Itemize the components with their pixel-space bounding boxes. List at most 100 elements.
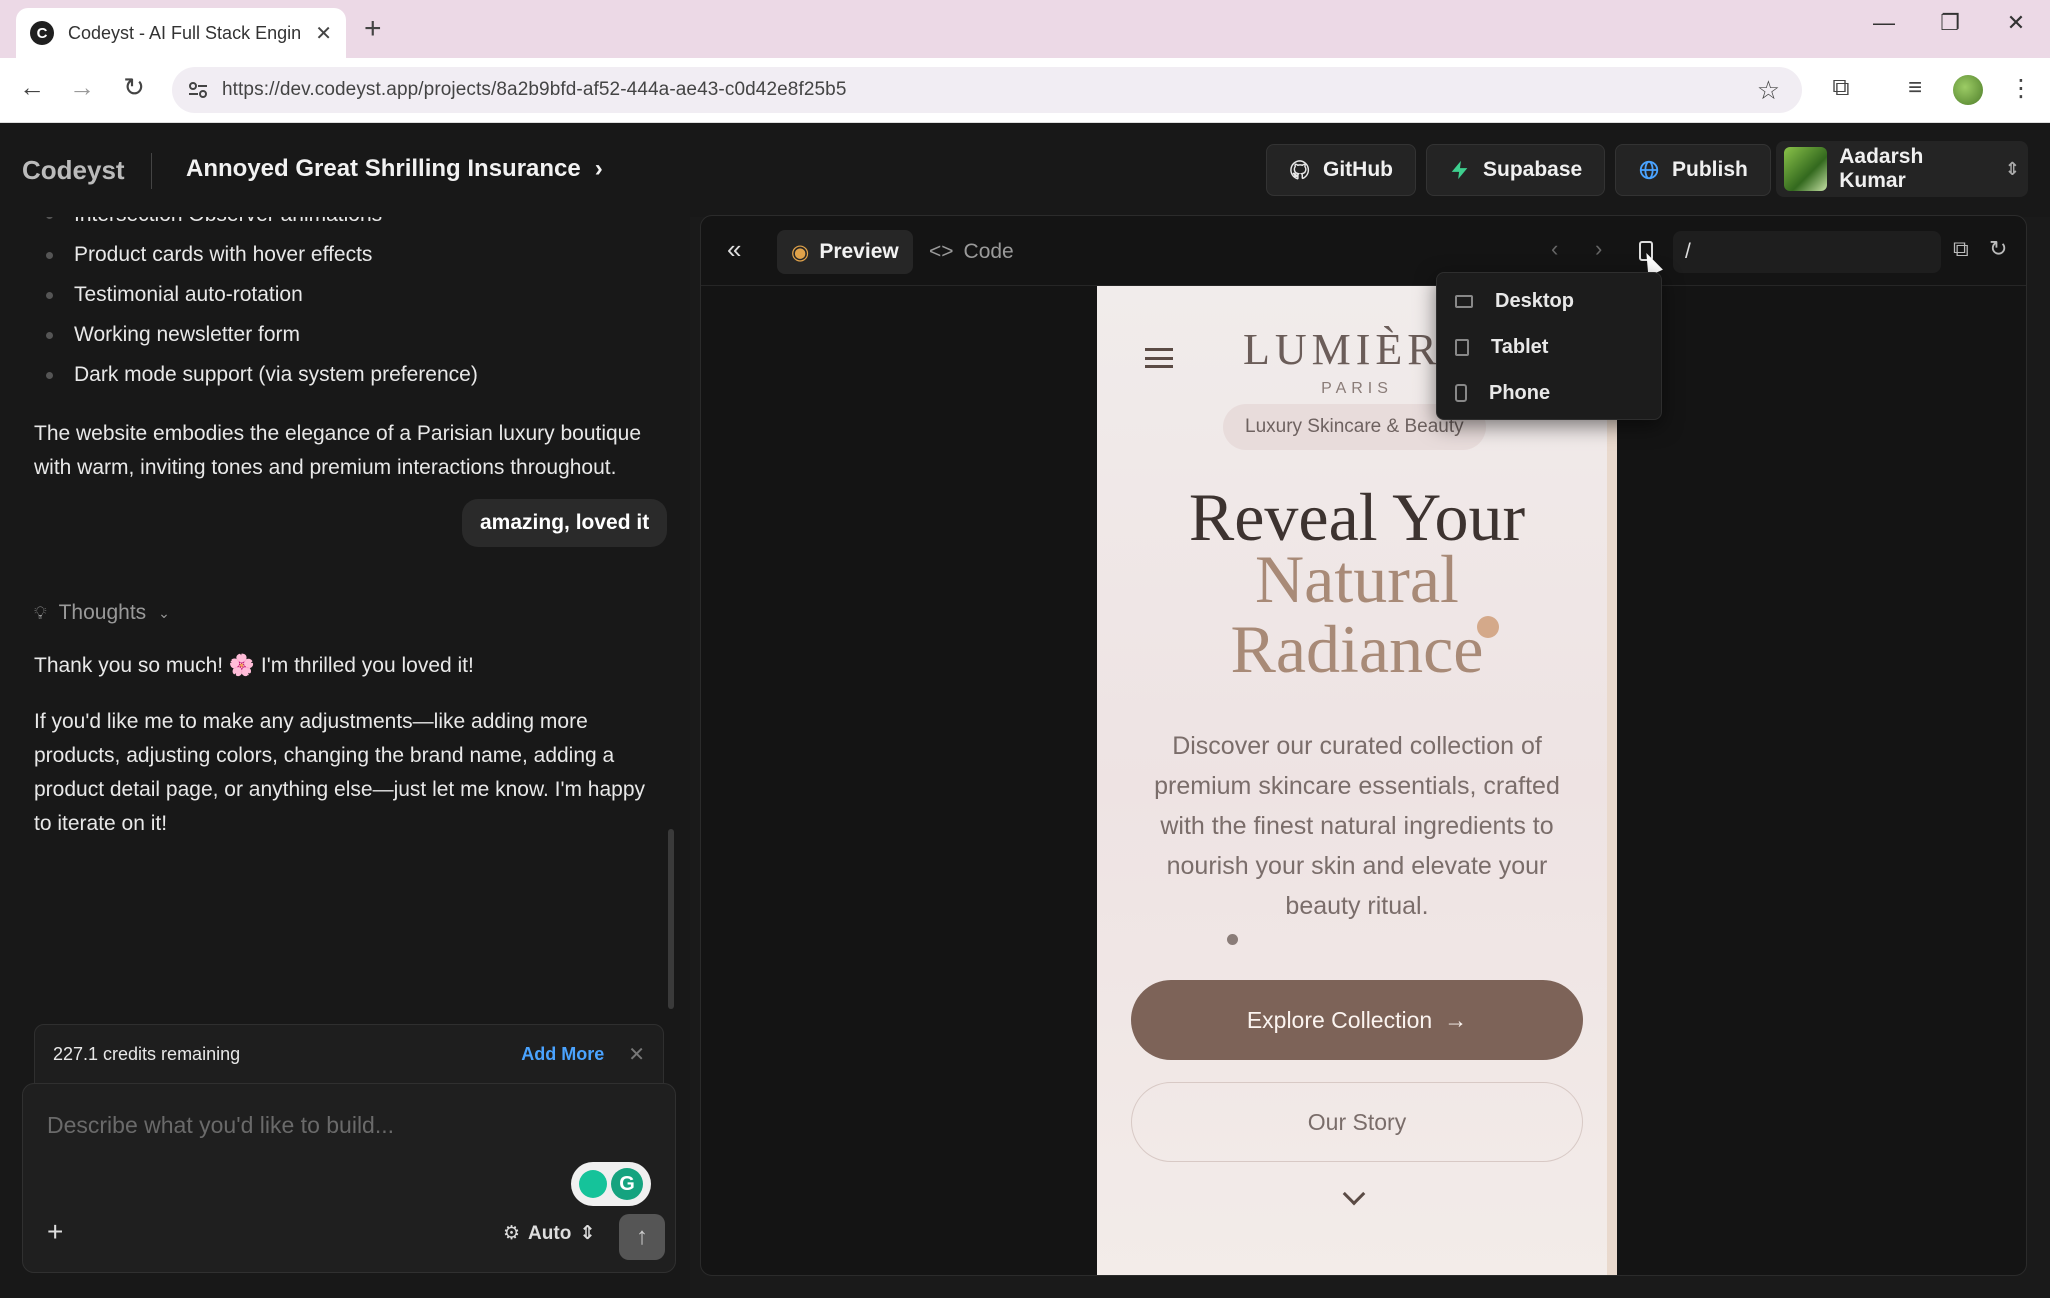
url-text: https://dev.codeyst.app/projects/8a2b9bf… [222, 79, 847, 100]
code-tab-label: Code [963, 240, 1014, 263]
github-label: GitHub [1323, 158, 1393, 181]
preview-toolbar: « ◉ Preview <> Code ‹ › / ⧉ ↻ [701, 216, 2026, 286]
extensions-icon[interactable]: ⧉ [1824, 74, 1858, 102]
list-item: Testimonial auto-rotation [44, 275, 478, 315]
globe-icon [1639, 160, 1659, 180]
publish-button[interactable]: Publish [1615, 144, 1771, 196]
hero-heading-line2: Natural Radiance [1097, 544, 1617, 684]
thoughts-toggle[interactable]: 💡︎ Thoughts ⌄ [34, 601, 170, 625]
close-window-icon[interactable]: ✕ [1994, 10, 2038, 36]
publish-label: Publish [1672, 158, 1748, 181]
desktop-icon [1455, 294, 1473, 308]
assistant-summary: The website embodies the elegance of a P… [34, 422, 642, 479]
tablet-icon [1455, 338, 1469, 356]
thoughts-label: Thoughts [58, 601, 147, 624]
browser-tab-title: Codeyst - AI Full Stack Engineer [68, 22, 302, 43]
decorative-dot [1477, 616, 1499, 638]
phone-icon [1455, 384, 1467, 402]
model-label: Auto [528, 1222, 572, 1244]
eye-icon: ◉ [791, 240, 810, 264]
device-option-desktop[interactable]: Desktop [1437, 279, 1661, 323]
minimize-window-icon[interactable]: — [1862, 10, 1906, 36]
hero-heading-radiance: Radiance [1230, 611, 1484, 687]
credits-text: 227.1 credits remaining [53, 1043, 241, 1064]
hamburger-menu-icon[interactable] [1145, 348, 1173, 368]
header-divider [151, 153, 152, 189]
model-selector[interactable]: ⚙ Auto ⇕ [503, 1222, 595, 1245]
device-option-tablet[interactable]: Tablet [1437, 325, 1661, 369]
tab-preview[interactable]: ◉ Preview [777, 230, 913, 274]
close-icon[interactable]: ✕ [628, 1042, 645, 1067]
list-item: Product cards with hover effects [44, 235, 478, 275]
github-button[interactable]: GitHub [1266, 144, 1416, 196]
new-tab-button[interactable]: + [364, 12, 382, 46]
send-button[interactable]: ↑ [619, 1214, 665, 1260]
list-item: Dark mode support (via system preference… [44, 355, 478, 395]
user-avatar [1784, 147, 1828, 191]
user-message-bubble: amazing, loved it [462, 499, 668, 547]
chevron-right-icon: › [594, 155, 603, 182]
supabase-button[interactable]: Supabase [1426, 144, 1606, 196]
device-option-phone[interactable]: Phone [1437, 371, 1661, 415]
preview-tab-label: Preview [819, 240, 899, 263]
scroll-down-chevron-icon[interactable] [1342, 1182, 1366, 1206]
close-tab-icon[interactable]: ✕ [315, 21, 332, 46]
bookmark-star-icon[interactable]: ☆ [1757, 75, 1780, 106]
path-input[interactable]: / [1673, 231, 1941, 273]
arrow-right-icon: → [1444, 1006, 1468, 1033]
project-name: Annoyed Great Shrilling Insurance [186, 155, 581, 182]
device-option-label: Tablet [1491, 335, 1549, 358]
chat-scrollbar[interactable] [668, 829, 674, 1009]
chevron-down-icon: ⌄ [158, 604, 170, 621]
browser-toolbar: ← → ↻ https://dev.codeyst.app/projects/8… [0, 58, 2050, 123]
site-preview-phone: LUMIÈRE PARIS Luxury Skincare & Beauty R… [1097, 286, 1617, 1275]
hero-description: Discover our curated collection of premi… [1154, 732, 1560, 920]
grammarly-widget[interactable]: G [571, 1162, 651, 1206]
chevron-updown-icon: ⇕ [579, 1223, 596, 1244]
supabase-label: Supabase [1483, 158, 1583, 181]
forward-icon[interactable]: → [64, 72, 100, 103]
add-more-credits-link[interactable]: Add More [521, 1044, 604, 1065]
app-logo[interactable]: Codeyst [22, 155, 125, 186]
browser-tab-bar: C Codeyst - AI Full Stack Engineer ✕ + —… [0, 0, 2050, 58]
media-controls-icon[interactable]: ≡ [1898, 74, 1932, 102]
back-icon[interactable]: ← [14, 72, 50, 103]
chevron-updown-icon: ⇕ [2004, 158, 2020, 179]
site-settings-icon[interactable] [186, 78, 210, 102]
assistant-reply-2: If you'd like me to make any adjustments… [34, 710, 646, 835]
chat-panel: Intersection Observer animations Product… [0, 217, 690, 1298]
address-bar[interactable]: https://dev.codeyst.app/projects/8a2b9bf… [172, 67, 1802, 113]
browser-menu-icon[interactable]: ⋮ [2004, 74, 2038, 103]
code-icon: <> [929, 240, 954, 263]
restore-window-icon[interactable]: ❐ [1928, 10, 1972, 36]
device-dropdown: Desktop Tablet Phone [1436, 272, 1662, 420]
codeyst-favicon-icon: C [30, 21, 54, 45]
nav-back-icon[interactable]: ‹ [1551, 236, 1558, 262]
prompt-input[interactable]: Describe what you'd like to build... [47, 1112, 394, 1139]
nav-forward-icon[interactable]: › [1595, 236, 1602, 262]
hero-heading-natural: Natural [1255, 541, 1459, 617]
browser-profile-avatar[interactable] [1953, 75, 1983, 105]
grammarly-icon: G [611, 1168, 643, 1200]
user-menu-button[interactable]: Aadarsh Kumar ⇕ [1776, 141, 2028, 197]
collapse-panel-icon[interactable]: « [727, 234, 741, 265]
browser-tab[interactable]: C Codeyst - AI Full Stack Engineer ✕ [16, 8, 346, 58]
lightbulb-icon: 💡︎ [34, 602, 47, 623]
our-story-button[interactable]: Our Story [1131, 1082, 1583, 1162]
reload-icon[interactable]: ↻ [116, 72, 152, 103]
open-external-icon[interactable]: ⧉ [1953, 236, 1969, 262]
preview-panel: « ◉ Preview <> Code ‹ › / ⧉ ↻ LUMIÈRE PA… [700, 215, 2027, 1276]
supabase-icon [1451, 160, 1468, 180]
list-item: Working newsletter form [44, 315, 478, 355]
grammarly-bulb-icon [579, 1170, 607, 1198]
project-name-button[interactable]: Annoyed Great Shrilling Insurance › [186, 155, 603, 183]
device-option-label: Phone [1489, 381, 1551, 404]
feature-list: Intersection Observer animations Product… [44, 217, 478, 395]
assistant-reply-1: Thank you so much! 🌸 I'm thrilled you lo… [34, 654, 474, 677]
arrow-up-icon: ↑ [636, 1223, 648, 1250]
refresh-icon[interactable]: ↻ [1989, 236, 2007, 262]
explore-collection-button[interactable]: Explore Collection → [1131, 980, 1583, 1060]
app-header: Codeyst Annoyed Great Shrilling Insuranc… [0, 123, 2050, 217]
tab-code[interactable]: <> Code [915, 230, 1028, 274]
add-attachment-button[interactable]: + [47, 1216, 63, 1248]
